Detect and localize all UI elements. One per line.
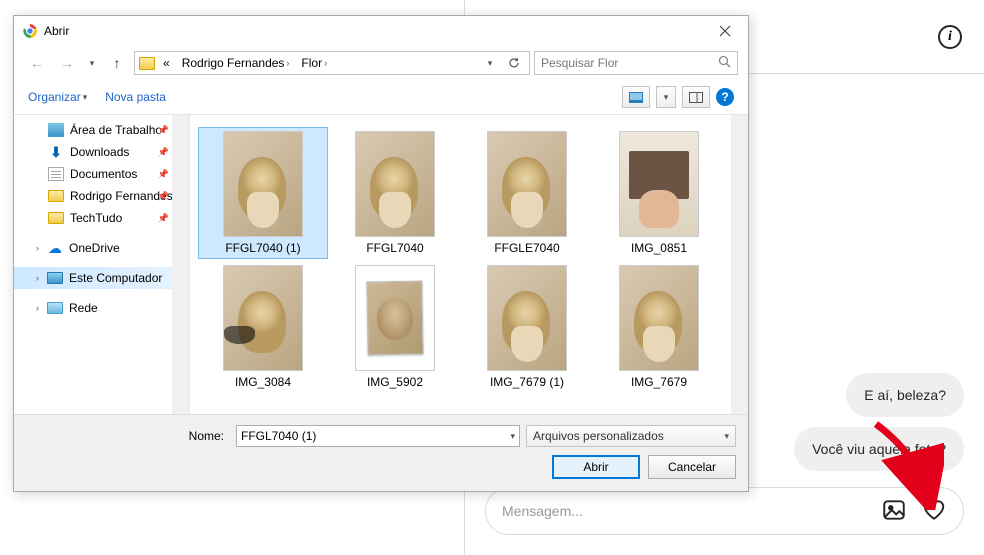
file-thumbnail (487, 265, 567, 371)
pin-icon: 📌 (158, 125, 169, 136)
info-icon[interactable]: i (938, 25, 962, 49)
file-name: IMG_5902 (367, 375, 423, 389)
titlebar: Abrir (14, 16, 748, 46)
tree-desktop[interactable]: Área de Trabalho📌 (14, 119, 189, 141)
image-icon[interactable] (881, 497, 907, 526)
cancel-button[interactable]: Cancelar (648, 455, 736, 479)
compose-box[interactable]: Mensagem... (485, 487, 964, 535)
monitor-icon (47, 272, 63, 284)
file-item[interactable]: FFGLE7040 (462, 127, 592, 259)
pin-icon: 📌 (158, 191, 169, 202)
up-button[interactable]: ↑ (104, 51, 130, 75)
file-grid[interactable]: FFGL7040 (1) FFGL7040 FFGLE7040 IMG_0851… (190, 115, 748, 414)
dialog-title: Abrir (44, 24, 69, 38)
address-bar[interactable]: « Rodrigo Fernandes › Flor › ▾ (134, 51, 530, 75)
tree-downloads[interactable]: ⬇Downloads📌 (14, 141, 189, 163)
chevron-down-icon[interactable]: ▾ (510, 431, 515, 442)
pin-icon: 📌 (158, 213, 169, 224)
filename-label: Nome: (26, 429, 230, 443)
tree-folder[interactable]: TechTudo📌 (14, 207, 189, 229)
view-mode-button[interactable] (622, 86, 650, 108)
dialog-footer: Nome: FFGL7040 (1) ▾ Arquivos personaliz… (14, 414, 748, 491)
search-input[interactable]: Pesquisar Flor (534, 51, 738, 75)
recent-dropdown[interactable]: ▾ (84, 51, 100, 75)
close-button[interactable] (702, 16, 748, 46)
help-button[interactable]: ? (716, 88, 734, 106)
file-thumbnail (223, 131, 303, 237)
tree-documents[interactable]: Documentos📌 (14, 163, 189, 185)
folder-icon (48, 212, 64, 224)
file-item[interactable]: IMG_7679 (594, 261, 724, 393)
filename-value: FFGL7040 (1) (241, 429, 316, 443)
file-thumbnail (355, 131, 435, 237)
pin-icon: 📌 (158, 147, 169, 158)
filename-input[interactable]: FFGL7040 (1) ▾ (236, 425, 520, 447)
download-icon: ⬇ (48, 145, 64, 159)
preview-pane-button[interactable] (682, 86, 710, 108)
file-item[interactable]: IMG_7679 (1) (462, 261, 592, 393)
desktop-icon (48, 123, 64, 137)
message-bubble: E aí, beleza? (846, 373, 964, 417)
file-item[interactable]: IMG_3084 (198, 261, 328, 393)
path-dropdown[interactable]: ▾ (481, 58, 499, 69)
file-name: FFGL7040 (1) (225, 241, 300, 255)
file-item[interactable]: FFGL7040 (1) (198, 127, 328, 259)
file-name: FFGLE7040 (494, 241, 559, 255)
file-name: IMG_7679 (631, 375, 687, 389)
file-item[interactable]: IMG_5902 (330, 261, 460, 393)
file-type-filter[interactable]: Arquivos personalizados ▾ (526, 425, 736, 447)
nav-row: ← → ▾ ↑ « Rodrigo Fernandes › Flor › ▾ P… (14, 46, 748, 80)
path-segment[interactable]: Rodrigo Fernandes › (178, 54, 294, 72)
file-thumbnail (619, 265, 699, 371)
view-mode-dropdown[interactable]: ▾ (656, 86, 676, 108)
forward-button[interactable]: → (54, 51, 80, 75)
network-icon (47, 302, 63, 314)
refresh-button[interactable] (503, 57, 525, 69)
file-name: IMG_7679 (1) (490, 375, 564, 389)
file-name: IMG_3084 (235, 375, 291, 389)
tree-folder[interactable]: Rodrigo Fernandes📌 (14, 185, 189, 207)
heart-icon[interactable] (921, 497, 947, 526)
new-folder-button[interactable]: Nova pasta (105, 90, 166, 104)
file-open-dialog: Abrir ← → ▾ ↑ « Rodrigo Fernandes › Flor… (13, 15, 749, 492)
toolbar: Organizar ▾ Nova pasta ▾ ? (14, 80, 748, 114)
tree-network[interactable]: ›Rede (14, 297, 189, 319)
file-name: IMG_0851 (631, 241, 687, 255)
file-item[interactable]: FFGL7040 (330, 127, 460, 259)
open-button[interactable]: Abrir (552, 455, 640, 479)
cloud-icon: ☁ (47, 241, 63, 255)
file-thumbnail (355, 265, 435, 371)
nav-tree: Área de Trabalho📌 ⬇Downloads📌 Documentos… (14, 115, 190, 414)
organize-menu[interactable]: Organizar ▾ (28, 90, 87, 104)
file-item[interactable]: IMG_0851 (594, 127, 724, 259)
tree-onedrive[interactable]: ›☁OneDrive (14, 237, 189, 259)
search-placeholder: Pesquisar Flor (541, 56, 618, 70)
folder-icon (139, 57, 155, 70)
path-segment[interactable]: Flor › (297, 54, 331, 72)
search-icon (718, 55, 731, 71)
pin-icon: 📌 (158, 169, 169, 180)
tree-this-pc[interactable]: ›Este Computador (14, 267, 189, 289)
file-name: FFGL7040 (366, 241, 423, 255)
document-icon (48, 167, 64, 181)
compose-placeholder[interactable]: Mensagem... (502, 503, 881, 519)
file-thumbnail (487, 131, 567, 237)
message-bubble: Você viu aquela foto? (794, 427, 964, 471)
path-root[interactable]: « (159, 54, 174, 72)
folder-icon (48, 190, 64, 202)
chrome-icon (22, 23, 38, 39)
file-thumbnail (223, 265, 303, 371)
chevron-down-icon: ▾ (724, 431, 729, 442)
file-thumbnail (619, 131, 699, 237)
back-button[interactable]: ← (24, 51, 50, 75)
